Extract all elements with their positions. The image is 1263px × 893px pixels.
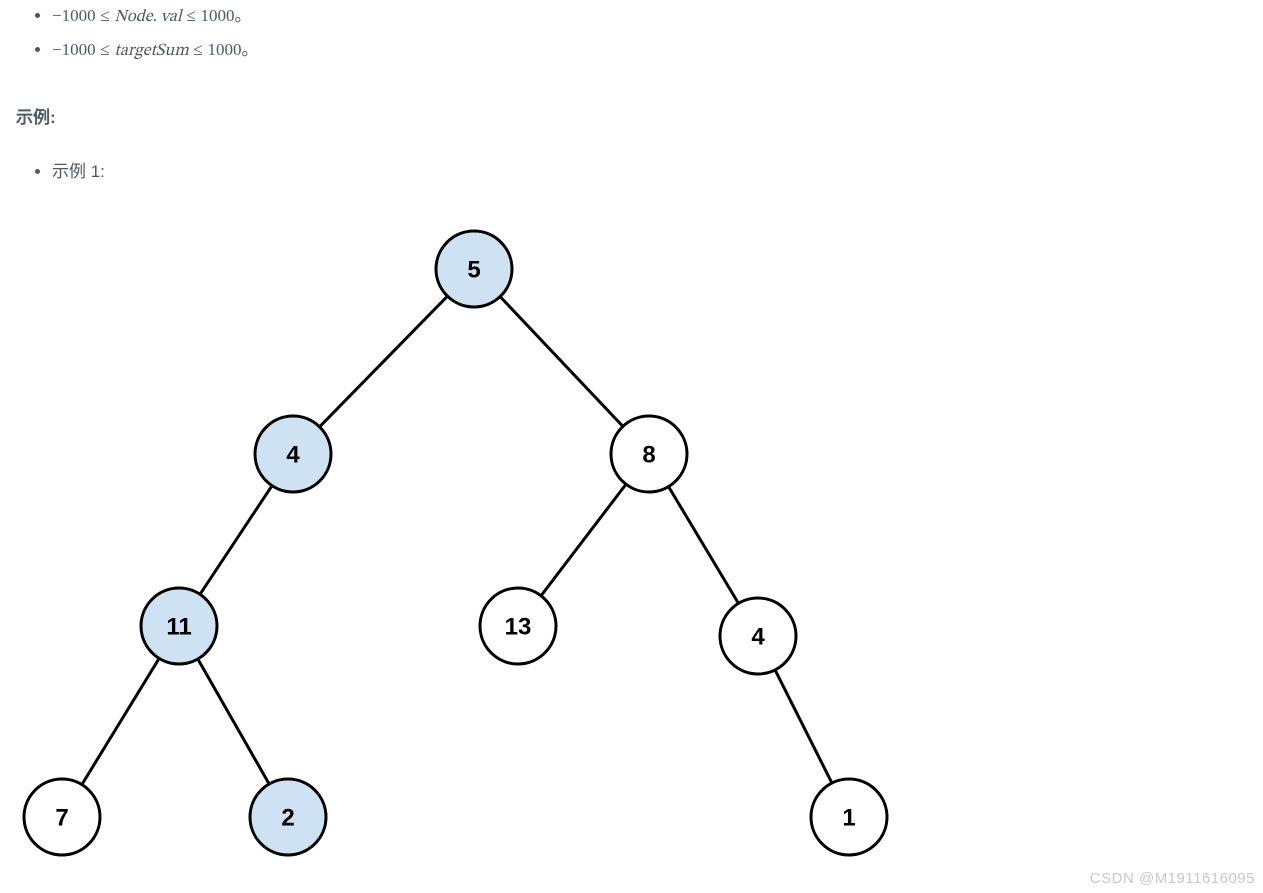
constraint-rhs: 1000 xyxy=(201,6,235,25)
constraint-var: Node. val xyxy=(114,9,181,26)
tree-edge xyxy=(82,659,159,785)
tree-node-label: 1 xyxy=(842,805,855,832)
tree-node-label: 4 xyxy=(751,624,765,651)
tree-node-label: 8 xyxy=(642,442,655,469)
constraint-suffix: 。 xyxy=(235,6,252,25)
tree-edge xyxy=(200,486,272,595)
constraint-op: ≤ xyxy=(100,40,109,59)
tree-edge xyxy=(198,659,269,784)
tree-edge xyxy=(320,297,448,428)
tree-node-label: 11 xyxy=(166,614,191,641)
constraint-item: −1000 ≤ targetSum ≤ 1000。 xyxy=(52,34,1255,68)
examples-heading: 示例: xyxy=(16,103,1255,128)
constraint-item: −1000 ≤ Node. val ≤ 1000。 xyxy=(52,0,1255,34)
constraint-rhs: 1000 xyxy=(208,40,242,59)
tree-node-label: 13 xyxy=(505,614,532,641)
constraint-op: ≤ xyxy=(100,6,109,25)
watermark: CSDN @M1911616095 xyxy=(1090,870,1255,887)
tree-node-label: 2 xyxy=(281,805,294,832)
constraint-op: ≤ xyxy=(186,6,195,25)
constraint-lhs: −1000 xyxy=(52,6,96,25)
tree-svg: 5 4 8 11 13 4 7 2 1 xyxy=(8,214,928,874)
tree-edge xyxy=(775,670,832,783)
constraint-var: targetSum xyxy=(114,43,188,60)
article-content: −1000 ≤ Node. val ≤ 1000。 −1000 ≤ target… xyxy=(0,0,1263,874)
examples-list: 示例 1: xyxy=(8,158,1255,187)
tree-edge xyxy=(500,297,623,427)
tree-edge xyxy=(669,487,739,604)
constraint-op: ≤ xyxy=(193,40,202,59)
constraints-list: −1000 ≤ Node. val ≤ 1000。 −1000 ≤ target… xyxy=(8,0,1255,69)
tree-node-label: 7 xyxy=(55,805,68,832)
tree-edge xyxy=(541,485,626,597)
example-item: 示例 1: xyxy=(52,158,1255,187)
constraint-lhs: −1000 xyxy=(52,40,96,59)
tree-node-label: 5 xyxy=(467,257,480,284)
constraint-suffix: 。 xyxy=(242,40,259,59)
tree-node-label: 4 xyxy=(286,442,300,469)
tree-diagram: 5 4 8 11 13 4 7 2 1 xyxy=(8,214,1255,874)
